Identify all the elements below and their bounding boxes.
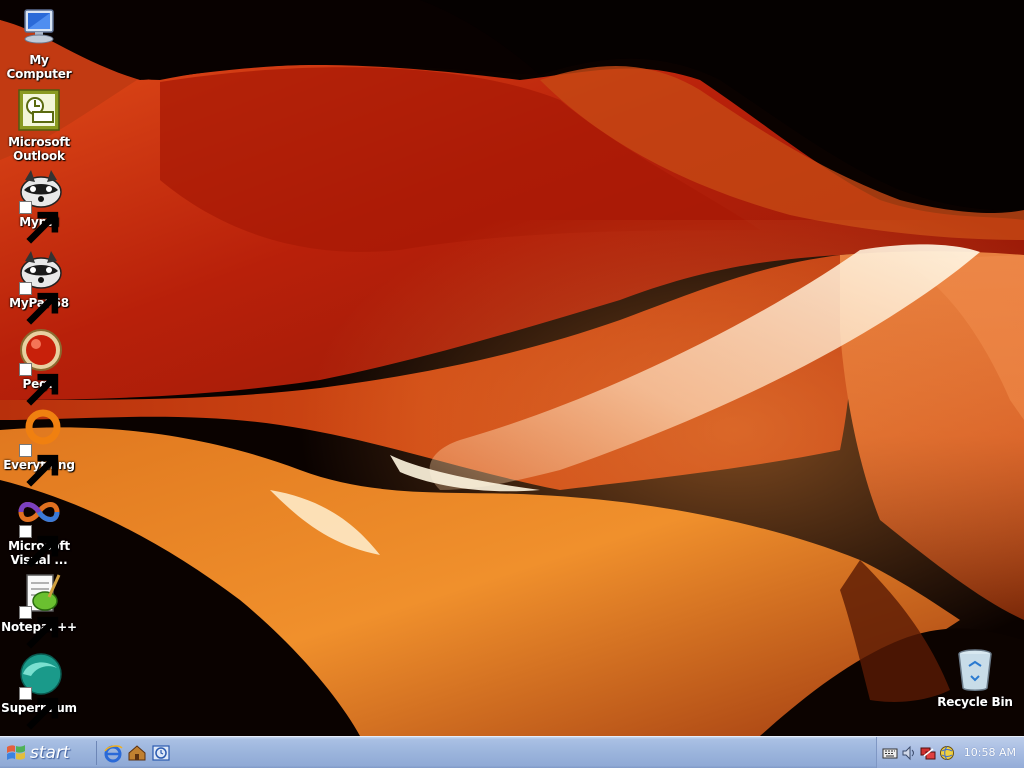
canyon-wallpaper <box>0 0 1024 736</box>
internet-explorer-icon[interactable] <box>103 743 123 763</box>
system-tray: 10:58 AM <box>876 737 1024 768</box>
security-globe-icon[interactable] <box>939 745 955 761</box>
taskbar: start 10:58 AM <box>0 736 1024 768</box>
start-button[interactable]: start <box>0 737 84 768</box>
mypal68-icon[interactable]: MyPal 68 <box>0 247 78 325</box>
supermium-icon[interactable]: Supermium <box>0 652 78 730</box>
infinity-icon <box>15 490 63 568</box>
network-icon[interactable] <box>920 745 936 761</box>
raccoon-icon <box>15 247 63 325</box>
outlook-express-icon[interactable] <box>151 743 171 763</box>
teal-orb-icon <box>15 652 63 730</box>
shortcut-arrow-icon <box>19 282 59 325</box>
orange-ring-icon <box>15 409 63 487</box>
keyboard-icon[interactable] <box>882 745 898 761</box>
computer-monitor-icon <box>15 4 63 52</box>
mypal-icon[interactable]: Mypal <box>0 166 78 244</box>
notepadpp-icon[interactable]: Notepad++ <box>0 571 78 649</box>
my-computer-icon[interactable]: My Computer <box>0 4 78 81</box>
red-ball-icon <box>15 328 63 406</box>
clock[interactable]: 10:58 AM <box>964 746 1016 759</box>
icon-label: Microsoft Outlook <box>8 135 70 163</box>
outlook-icon[interactable]: Microsoft Outlook <box>0 86 78 163</box>
visual-studio-icon[interactable]: Microsoft Visual ... <box>0 490 78 568</box>
icon-label: My Computer <box>6 53 72 81</box>
desktop[interactable]: My Computer Microsoft Outlook Mypal MyPa… <box>0 0 1024 736</box>
recycle-bin-icon[interactable]: Recycle Bin <box>936 646 1014 709</box>
shortcut-arrow-icon <box>19 201 59 244</box>
show-desktop-icon[interactable] <box>127 743 147 763</box>
pego-icon[interactable]: Pego <box>0 328 78 406</box>
icon-label: Recycle Bin <box>937 695 1013 709</box>
windows-flag-icon <box>7 744 25 760</box>
shortcut-arrow-icon <box>19 363 59 406</box>
shortcut-arrow-icon <box>19 525 59 568</box>
volume-icon[interactable] <box>901 745 917 761</box>
shortcut-arrow-icon <box>19 687 59 730</box>
everything-icon[interactable]: Everything <box>0 409 78 487</box>
start-label: start <box>30 742 70 763</box>
outlook-clock-icon <box>15 86 63 134</box>
shortcut-arrow-icon <box>19 444 59 487</box>
shortcut-arrow-icon <box>19 606 59 649</box>
notepad-chameleon-icon <box>15 571 63 649</box>
raccoon-icon <box>15 166 63 244</box>
trash-can-icon <box>951 646 999 694</box>
quick-launch-bar <box>96 741 171 765</box>
